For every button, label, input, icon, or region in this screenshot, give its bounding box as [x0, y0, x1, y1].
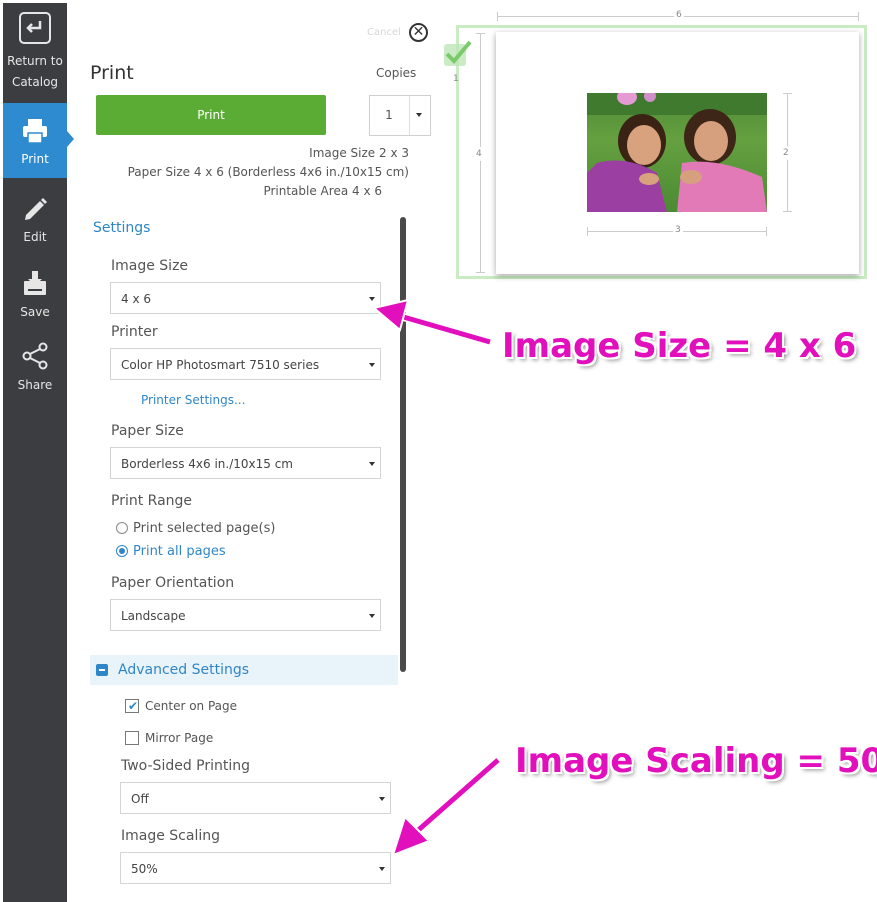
radio-print-selected-label[interactable]: Print selected page(s)	[133, 521, 275, 536]
dimension-tick	[783, 93, 792, 94]
paper-size-value: Borderless 4x6 in./10x15 cm	[121, 457, 293, 471]
radio-print-all-label[interactable]: Print all pages	[133, 544, 226, 559]
close-button[interactable]: ✕	[409, 23, 428, 42]
center-on-page-label[interactable]: Center on Page	[145, 699, 237, 713]
image-scaling-label: Image Scaling	[121, 828, 220, 844]
page-number: 1	[453, 74, 459, 84]
nav-edit[interactable]: Edit	[3, 188, 67, 258]
image-height-label: 2	[783, 146, 789, 160]
orientation-select[interactable]: Landscape	[110, 599, 381, 631]
dimension-tick	[587, 227, 588, 236]
paper-size-label: Paper Size	[111, 423, 184, 439]
chevron-down-icon	[369, 614, 375, 618]
left-nav: Return to Catalog Print Edit Save Share	[3, 3, 74, 902]
mirror-page-label[interactable]: Mirror Page	[145, 731, 213, 745]
return-icon	[19, 12, 51, 44]
image-scaling-value: 50%	[131, 862, 158, 876]
dimension-tick	[497, 12, 498, 21]
nav-share[interactable]: Share	[3, 338, 67, 408]
active-indicator	[67, 131, 74, 147]
image-size-value: 4 x 6	[121, 292, 151, 306]
chevron-down-icon	[369, 462, 375, 466]
pencil-icon	[25, 198, 47, 220]
selected-check-icon[interactable]	[440, 38, 474, 70]
nav-label-save: Save	[20, 305, 50, 319]
image-scaling-select[interactable]: 50%	[120, 852, 391, 884]
panel-scrollbar[interactable]	[400, 217, 406, 672]
center-on-page-checkbox[interactable]: ✔	[125, 699, 139, 713]
mirror-page-checkbox[interactable]	[125, 731, 139, 745]
arrow-icon	[371, 298, 492, 346]
printer-value: Color HP Photosmart 7510 series	[121, 358, 320, 372]
nav-label-return: Return to Catalog	[7, 54, 63, 89]
copies-label: Copies	[376, 66, 417, 80]
save-icon	[24, 271, 46, 295]
nav-label-print: Print	[21, 152, 49, 166]
printer-settings-link[interactable]: Printer Settings...	[141, 393, 245, 407]
copies-value[interactable]: 1	[370, 96, 408, 135]
photo-preview[interactable]	[587, 93, 767, 212]
photo-image	[587, 93, 767, 212]
printer-label: Printer	[111, 324, 158, 340]
check-icon: ✔	[128, 699, 139, 713]
page-title: Print	[90, 62, 134, 84]
info-image-size: Image Size 2 x 3	[309, 146, 409, 160]
cancel-label[interactable]: Cancel	[367, 27, 401, 38]
orientation-value: Landscape	[121, 609, 186, 623]
arrow-icon	[391, 756, 501, 857]
annotation-image-scaling: Image Scaling = 50%	[515, 741, 877, 781]
copies-stepper[interactable]: 1	[369, 95, 431, 136]
paper-height-label: 4	[476, 147, 482, 161]
print-button[interactable]: Print	[96, 95, 326, 135]
radio-print-all[interactable]	[116, 545, 128, 557]
dimension-tick	[783, 211, 792, 212]
info-paper-size: Paper Size 4 x 6 (Borderless 4x6 in./10x…	[127, 165, 409, 179]
advanced-settings-heading[interactable]: Advanced Settings	[118, 662, 249, 678]
collapse-icon[interactable]	[96, 664, 108, 676]
chevron-down-icon[interactable]	[416, 113, 422, 117]
dimension-tick	[858, 12, 859, 21]
chevron-down-icon	[379, 867, 385, 871]
nav-label-edit: Edit	[23, 230, 47, 244]
print-range-label: Print Range	[111, 493, 193, 509]
printer-select[interactable]: Color HP Photosmart 7510 series	[110, 348, 381, 380]
nav-print[interactable]: Print	[3, 103, 74, 178]
radio-print-selected[interactable]	[116, 522, 128, 534]
share-icon	[22, 342, 48, 370]
nav-return-to-catalog[interactable]: Return to Catalog	[3, 3, 67, 103]
image-size-select[interactable]: 4 x 6	[110, 282, 381, 314]
close-icon: ✕	[412, 24, 425, 40]
two-sided-label: Two-Sided Printing	[121, 758, 251, 774]
paper-size-select[interactable]: Borderless 4x6 in./10x15 cm	[110, 447, 381, 479]
info-printable-area: Printable Area 4 x 6	[263, 184, 382, 198]
copies-divider	[409, 96, 410, 135]
nav-label-share: Share	[17, 378, 53, 392]
annotation-image-size: Image Size = 4 x 6	[502, 326, 857, 366]
two-sided-value: Off	[131, 792, 149, 806]
image-size-label: Image Size	[111, 258, 189, 274]
nav-save[interactable]: Save	[3, 263, 67, 333]
dimension-tick	[476, 33, 485, 34]
printer-icon	[23, 119, 47, 144]
chevron-down-icon	[369, 363, 375, 367]
paper-width-label: 6	[674, 10, 684, 20]
two-sided-select[interactable]: Off	[120, 782, 391, 814]
dimension-tick	[766, 227, 767, 236]
dimension-tick	[476, 272, 485, 273]
settings-heading: Settings	[93, 220, 151, 236]
image-width-label: 3	[673, 225, 683, 235]
orientation-label: Paper Orientation	[111, 575, 235, 591]
